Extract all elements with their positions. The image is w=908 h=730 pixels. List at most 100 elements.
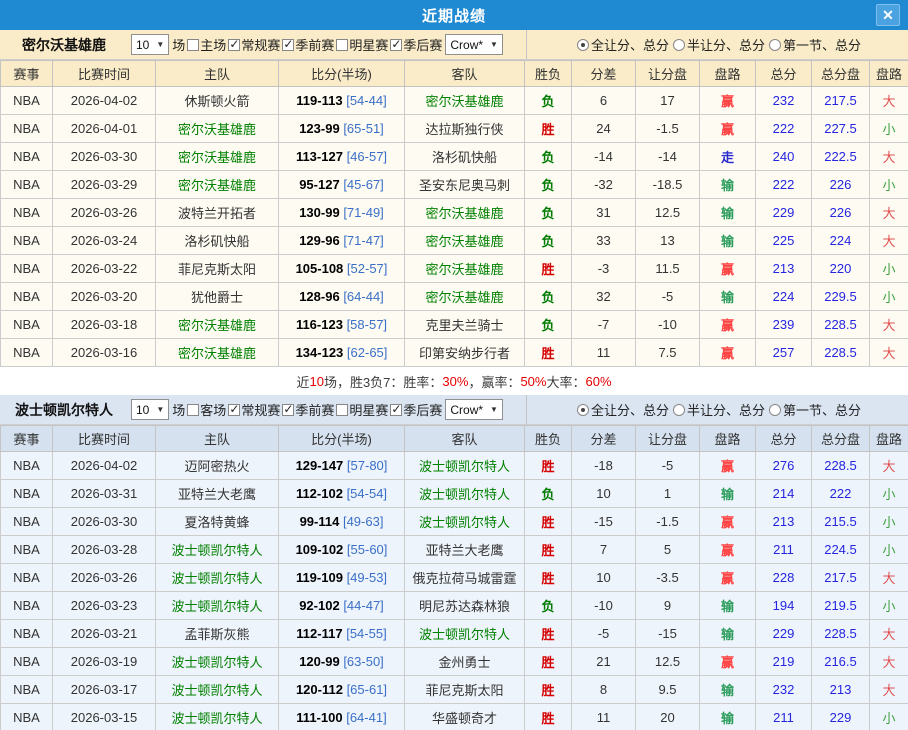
halftime-score: [64-44] bbox=[343, 289, 383, 304]
cell-score: 113-127 [46-57] bbox=[279, 143, 405, 171]
scope-radio[interactable]: 半让分、总分 bbox=[673, 400, 765, 419]
cell-home-team: 犹他爵士 bbox=[156, 283, 279, 311]
final-score: 116-123 bbox=[296, 317, 343, 332]
bookmaker-select[interactable]: Crow*▼ bbox=[445, 399, 503, 420]
radio-icon bbox=[577, 404, 589, 416]
filter-bar: 波士顿凯尔特人 10▼ 场 客场常规赛季前赛明星赛季后赛 Crow*▼ 全让分、… bbox=[0, 395, 908, 425]
sections-container: 密尔沃基雄鹿 10▼ 场 主场常规赛季前赛明星赛季后赛 Crow*▼ 全让分、总… bbox=[0, 30, 908, 730]
cell-home-team: 波士顿凯尔特人 bbox=[156, 648, 279, 676]
scope-radios: 全让分、总分半让分、总分第一节、总分 bbox=[527, 395, 908, 424]
scope-radio[interactable]: 第一节、总分 bbox=[769, 400, 861, 419]
cell-league: NBA bbox=[1, 143, 53, 171]
cell-total-points: 228 bbox=[756, 564, 812, 592]
game-row: NBA2026-03-30密尔沃基雄鹿113-127 [46-57]洛杉矶快船负… bbox=[1, 143, 908, 171]
cell-over-under: 小 bbox=[870, 283, 908, 311]
game-row: NBA2026-03-26波特兰开拓者130-99 [71-49]密尔沃基雄鹿负… bbox=[1, 199, 908, 227]
cell-handicap-line: -1.5 bbox=[636, 115, 700, 143]
filter-checkbox[interactable]: 季前赛 bbox=[280, 400, 334, 419]
cell-win-loss: 胜 bbox=[525, 452, 572, 480]
cell-score: 109-102 [55-60] bbox=[279, 536, 405, 564]
cell-total-points: 213 bbox=[756, 508, 812, 536]
cell-date: 2026-03-15 bbox=[53, 704, 156, 730]
summary-text: 近 bbox=[296, 372, 309, 391]
filter-checkbox[interactable]: 明星赛 bbox=[334, 400, 388, 419]
cell-away-team: 密尔沃基雄鹿 bbox=[405, 87, 525, 115]
cell-league: NBA bbox=[1, 676, 53, 704]
scope-radio[interactable]: 第一节、总分 bbox=[769, 35, 861, 54]
scope-radio[interactable]: 全让分、总分 bbox=[574, 400, 669, 419]
final-score: 130-99 bbox=[299, 205, 339, 220]
close-button[interactable]: ✕ bbox=[876, 4, 900, 26]
cell-win-loss: 胜 bbox=[525, 704, 572, 730]
cell-total-line: 213 bbox=[812, 676, 870, 704]
filter-checkbox[interactable]: 常规赛 bbox=[226, 35, 280, 54]
cell-total-line: 228.5 bbox=[812, 452, 870, 480]
cell-win-loss: 胜 bbox=[525, 536, 572, 564]
cell-date: 2026-03-28 bbox=[53, 536, 156, 564]
filter-checkbox[interactable]: 客场 bbox=[185, 400, 226, 419]
cell-score: 130-99 [71-49] bbox=[279, 199, 405, 227]
cell-point-diff: -15 bbox=[572, 508, 636, 536]
cell-league: NBA bbox=[1, 620, 53, 648]
cell-score: 99-114 [49-63] bbox=[279, 508, 405, 536]
cell-league: NBA bbox=[1, 171, 53, 199]
cell-point-diff: 33 bbox=[572, 227, 636, 255]
halftime-score: [45-67] bbox=[343, 177, 383, 192]
cell-handicap-line: -18.5 bbox=[636, 171, 700, 199]
cell-point-diff: -7 bbox=[572, 311, 636, 339]
cell-date: 2026-04-02 bbox=[53, 87, 156, 115]
halftime-score: [52-57] bbox=[347, 261, 387, 276]
checkbox-label: 客场 bbox=[200, 400, 226, 419]
radio-icon bbox=[577, 39, 589, 51]
cell-league: NBA bbox=[1, 536, 53, 564]
cell-win-loss: 负 bbox=[525, 87, 572, 115]
cell-over-under: 大 bbox=[870, 199, 908, 227]
dropdown-arrow-icon: ▼ bbox=[156, 40, 164, 49]
bookmaker-value: Crow* bbox=[450, 403, 483, 417]
dropdown-arrow-icon: ▼ bbox=[156, 405, 164, 414]
cell-handicap-line: 17 bbox=[636, 87, 700, 115]
cell-away-team: 印第安纳步行者 bbox=[405, 339, 525, 367]
halftime-score: [44-47] bbox=[343, 598, 383, 613]
radio-label: 全让分、总分 bbox=[591, 400, 669, 419]
filter-checkboxes: 客场常规赛季前赛明星赛季后赛 bbox=[185, 400, 442, 419]
games-count-suffix: 场 bbox=[172, 400, 185, 419]
cell-handicap-line: 13 bbox=[636, 227, 700, 255]
cell-win-loss: 负 bbox=[525, 283, 572, 311]
cell-home-team: 波士顿凯尔特人 bbox=[156, 704, 279, 730]
cell-home-team: 迈阿密热火 bbox=[156, 452, 279, 480]
cell-win-loss: 胜 bbox=[525, 564, 572, 592]
scope-radio[interactable]: 全让分、总分 bbox=[574, 35, 669, 54]
cell-home-team: 波士顿凯尔特人 bbox=[156, 564, 279, 592]
column-header: 主队 bbox=[156, 61, 279, 87]
scope-radios: 全让分、总分半让分、总分第一节、总分 bbox=[527, 30, 908, 59]
cell-away-team: 密尔沃基雄鹿 bbox=[405, 199, 525, 227]
column-header: 分差 bbox=[572, 61, 636, 87]
cell-home-team: 夏洛特黄蜂 bbox=[156, 508, 279, 536]
filter-checkbox[interactable]: 季后赛 bbox=[388, 400, 442, 419]
filter-checkbox[interactable]: 季后赛 bbox=[388, 35, 442, 54]
halftime-score: [64-41] bbox=[346, 710, 386, 725]
cell-over-under: 小 bbox=[870, 115, 908, 143]
games-count-value: 10 bbox=[136, 403, 149, 417]
game-row: NBA2026-03-23波士顿凯尔特人92-102 [44-47]明尼苏达森林… bbox=[1, 592, 908, 620]
cell-total-line: 222.5 bbox=[812, 143, 870, 171]
filter-checkbox[interactable]: 常规赛 bbox=[226, 400, 280, 419]
checkbox-label: 季前赛 bbox=[295, 400, 334, 419]
cell-date: 2026-04-01 bbox=[53, 115, 156, 143]
cell-handicap-line: 5 bbox=[636, 536, 700, 564]
cell-total-points: 222 bbox=[756, 115, 812, 143]
filter-checkbox[interactable]: 明星赛 bbox=[334, 35, 388, 54]
column-header: 总分盘 bbox=[812, 61, 870, 87]
cell-home-team: 波特兰开拓者 bbox=[156, 199, 279, 227]
column-header: 分差 bbox=[572, 426, 636, 452]
game-row: NBA2026-04-01密尔沃基雄鹿123-99 [65-51]达拉斯独行侠胜… bbox=[1, 115, 908, 143]
cell-league: NBA bbox=[1, 592, 53, 620]
games-count-select[interactable]: 10▼ bbox=[131, 34, 169, 55]
scope-radio[interactable]: 半让分、总分 bbox=[673, 35, 765, 54]
cell-point-diff: 11 bbox=[572, 704, 636, 730]
bookmaker-select[interactable]: Crow*▼ bbox=[445, 34, 503, 55]
filter-checkbox[interactable]: 季前赛 bbox=[280, 35, 334, 54]
filter-checkbox[interactable]: 主场 bbox=[185, 35, 226, 54]
games-count-select[interactable]: 10 ▼ bbox=[131, 399, 169, 420]
